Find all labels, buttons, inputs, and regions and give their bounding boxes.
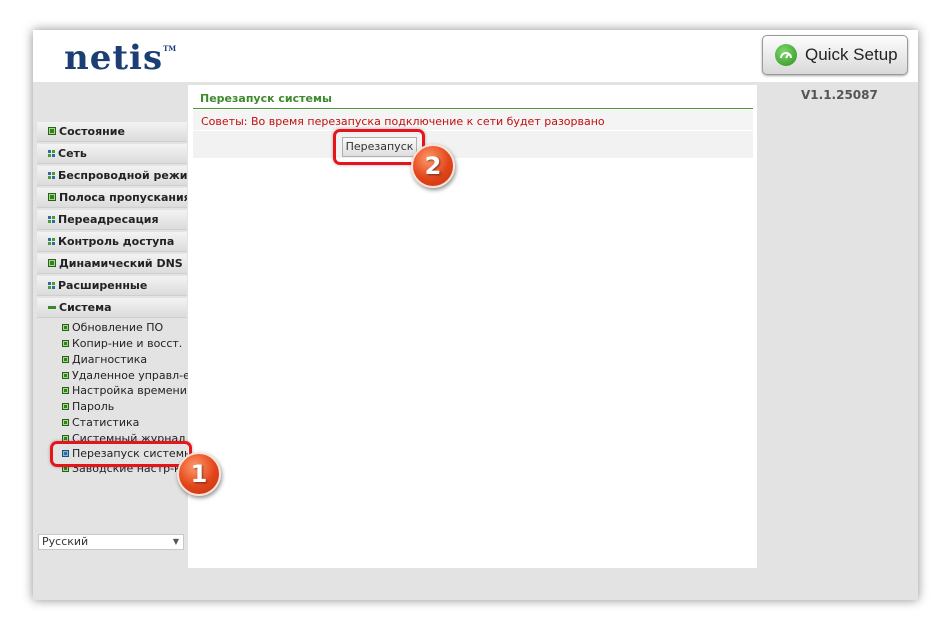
sidebar-item-ddns[interactable]: Динамический DNS bbox=[37, 254, 187, 274]
sidebar-item-wireless[interactable]: Беспроводной режим bbox=[37, 166, 187, 186]
sidebar-item-forwarding[interactable]: Переадресация bbox=[37, 210, 187, 230]
quad-icon bbox=[48, 282, 55, 289]
submenu-label: Копир-ние и восст. bbox=[72, 337, 183, 350]
step-badge-2: 2 bbox=[411, 144, 455, 188]
green-box-icon bbox=[48, 259, 56, 267]
quick-setup-label: Quick Setup bbox=[805, 45, 898, 64]
green-box-icon bbox=[62, 372, 69, 379]
quick-setup-button[interactable]: Quick Setup bbox=[762, 35, 908, 75]
quad-icon bbox=[48, 172, 55, 179]
sidebar-item-label: Полоса пропускания bbox=[59, 191, 187, 204]
submenu-label: Обновление ПО bbox=[72, 321, 164, 334]
sidebar-item-label: Контроль доступа bbox=[58, 235, 175, 248]
sidebar-item-label: Динамический DNS bbox=[59, 257, 183, 270]
submenu-label: Пароль bbox=[72, 400, 115, 413]
submenu-firmware-update[interactable]: Обновление ПО bbox=[62, 321, 163, 335]
title-divider bbox=[193, 108, 753, 109]
sidebar-menu: Состояние Сеть Беспроводной режим Полоса… bbox=[37, 85, 193, 597]
submenu-diagnostics[interactable]: Диагностика bbox=[62, 353, 147, 367]
sidebar-item-label: Состояние bbox=[59, 125, 125, 138]
sidebar-item-label: Переадресация bbox=[58, 213, 159, 226]
button-row bbox=[193, 131, 753, 158]
tip-text: Советы: Во время перезапуска подключение… bbox=[201, 115, 605, 128]
router-admin-window: netisTM Quick Setup Состояние Сеть Беспр… bbox=[33, 30, 918, 600]
green-box-icon bbox=[48, 193, 56, 201]
quad-icon bbox=[48, 216, 55, 223]
quad-icon bbox=[48, 238, 55, 245]
language-value: Русский bbox=[42, 535, 89, 548]
green-box-icon bbox=[62, 356, 69, 363]
firmware-version: V1.1.25087 bbox=[801, 88, 878, 102]
submenu-label: Статистика bbox=[72, 416, 140, 429]
submenu-password[interactable]: Пароль bbox=[62, 400, 114, 414]
green-box-icon bbox=[62, 340, 69, 347]
sidebar-item-label: Беспроводной режим bbox=[58, 169, 187, 182]
netis-logo: netisTM bbox=[64, 38, 177, 78]
submenu-remote-management[interactable]: Удаленное управл-е bbox=[62, 369, 190, 383]
sidebar-item-access-control[interactable]: Контроль доступа bbox=[37, 232, 187, 252]
green-box-icon bbox=[62, 403, 69, 410]
quad-icon bbox=[48, 150, 55, 157]
green-box-icon bbox=[62, 387, 69, 394]
sidebar-item-label: Система bbox=[59, 301, 112, 314]
sidebar-item-label: Расширенные bbox=[58, 279, 148, 292]
main-content: Перезапуск системы Советы: Во время пере… bbox=[188, 85, 757, 568]
green-box-icon bbox=[62, 419, 69, 426]
sidebar-item-status[interactable]: Состояние bbox=[37, 122, 187, 142]
sidebar-item-label: Сеть bbox=[58, 147, 87, 160]
green-box-icon bbox=[62, 324, 69, 331]
language-select[interactable]: Русский ▼ bbox=[38, 534, 184, 550]
sidebar-item-system[interactable]: Система bbox=[37, 298, 187, 318]
submenu-label: Настройка времени bbox=[72, 384, 187, 397]
quick-setup-icon bbox=[775, 44, 797, 66]
submenu-time-settings[interactable]: Настройка времени bbox=[62, 384, 187, 398]
step-badge-1: 1 bbox=[177, 452, 221, 496]
submenu-backup-restore[interactable]: Копир-ние и восст. bbox=[62, 337, 182, 351]
submenu-label: Диагностика bbox=[72, 353, 148, 366]
submenu-statistics[interactable]: Статистика bbox=[62, 416, 139, 430]
submenu-label: Удаленное управл-е bbox=[72, 369, 190, 382]
sidebar-item-advanced[interactable]: Расширенные bbox=[37, 276, 187, 296]
highlight-step-1 bbox=[50, 441, 192, 467]
header: netisTM Quick Setup bbox=[33, 30, 918, 82]
green-box-icon bbox=[48, 127, 56, 135]
page-title: Перезапуск системы bbox=[200, 92, 332, 105]
dropdown-arrow-icon: ▼ bbox=[172, 537, 179, 546]
sidebar-item-bandwidth[interactable]: Полоса пропускания bbox=[37, 188, 187, 208]
sidebar-item-network[interactable]: Сеть bbox=[37, 144, 187, 164]
minus-icon bbox=[48, 306, 56, 309]
